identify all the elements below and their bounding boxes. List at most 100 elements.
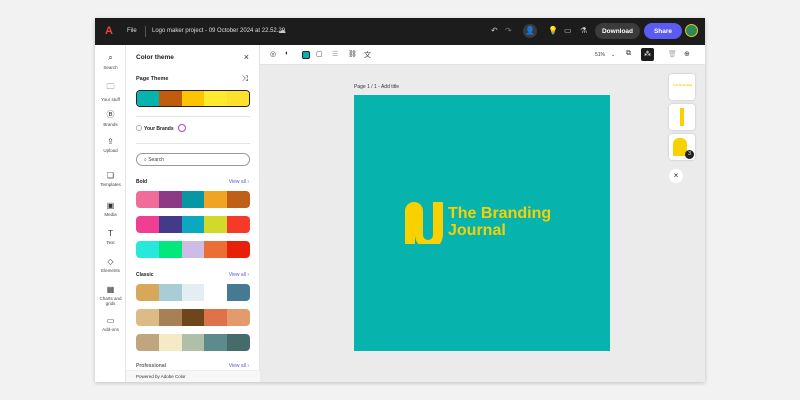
rail-item-charts-and-grids[interactable]: ▦ Charts and grids: [95, 285, 126, 306]
zoom-level[interactable]: 51%: [595, 52, 605, 58]
color-swatch[interactable]: [204, 284, 228, 301]
rail-item-add-ons[interactable]: ▭ Add-ons: [95, 316, 126, 332]
color-swatch[interactable]: [227, 216, 250, 233]
trash-icon[interactable]: 🗑: [668, 50, 677, 58]
bold-view-all-link[interactable]: View all ›: [229, 179, 249, 185]
adobe-express-logo-icon[interactable]: A: [105, 25, 113, 37]
rail-item-your-stuff[interactable]: 🗀 Your stuff: [95, 81, 126, 102]
rail-item-search[interactable]: ⌕ Search: [95, 53, 126, 70]
avatar[interactable]: [685, 24, 698, 37]
design-canvas[interactable]: The Branding Journal: [354, 95, 610, 351]
rail-item-upload[interactable]: ⇪ Upload: [95, 137, 126, 153]
color-swatch[interactable]: [181, 191, 205, 208]
color-swatch[interactable]: [136, 216, 159, 233]
page-label[interactable]: Page 1 / 1 - Add title: [354, 84, 399, 90]
download-button[interactable]: Download: [595, 23, 640, 39]
close-thumbnails-button[interactable]: ×: [669, 169, 683, 183]
palette-classic[interactable]: [136, 334, 250, 351]
color-swatch[interactable]: [181, 216, 205, 233]
page-theme-palette[interactable]: [136, 90, 250, 107]
thumbnail-3[interactable]: 3: [669, 134, 695, 160]
color-swatch[interactable]: [227, 241, 250, 258]
link-icon[interactable]: ⛓: [348, 50, 357, 58]
color-swatch[interactable]: [181, 241, 205, 258]
rail-label: Add-ons: [102, 327, 119, 332]
thumbnail-1[interactable]: The Branding: [669, 74, 695, 100]
color-swatch[interactable]: [158, 284, 182, 301]
rail-label: Media: [104, 212, 117, 217]
color-swatch[interactable]: [227, 309, 250, 326]
share-button[interactable]: Share: [644, 23, 682, 39]
color-wheel-icon[interactable]: ◎: [270, 50, 276, 58]
color-swatch[interactable]: [227, 334, 250, 351]
app-window: A File Logo maker project - 09 October 2…: [95, 18, 705, 382]
brand-crown-icon: [178, 124, 186, 132]
rail-item-elements[interactable]: ◇ Elements: [95, 257, 126, 273]
color-swatch[interactable]: [136, 241, 159, 258]
file-menu[interactable]: File: [127, 28, 137, 34]
fill-color-swatch[interactable]: [302, 51, 310, 59]
palette-classic[interactable]: [136, 284, 250, 301]
invite-icon[interactable]: 👤: [523, 24, 537, 38]
color-swatch[interactable]: [136, 309, 159, 326]
palette-icon[interactable]: ◐: [285, 50, 289, 57]
upload-icon: ⇪: [107, 137, 114, 146]
translate-icon[interactable]: 文: [364, 50, 371, 60]
color-swatch[interactable]: [204, 241, 228, 258]
color-swatch[interactable]: [204, 191, 228, 208]
color-swatch[interactable]: [158, 191, 182, 208]
color-swatch[interactable]: [181, 334, 205, 351]
pages-icon[interactable]: ⧉: [626, 50, 631, 58]
thumb-bar: [680, 108, 684, 126]
redo-icon[interactable]: ↷: [505, 26, 512, 35]
add-page-icon[interactable]: ⊕: [684, 50, 690, 58]
color-swatch[interactable]: [137, 91, 160, 106]
thumbnail-2[interactable]: [669, 104, 695, 130]
align-icon[interactable]: ☰: [332, 50, 338, 58]
thumb-text: The Branding: [673, 83, 693, 87]
color-swatch[interactable]: [158, 334, 182, 351]
palette-bold[interactable]: [136, 191, 250, 208]
color-swatch[interactable]: [181, 91, 205, 106]
color-swatch[interactable]: [136, 284, 159, 301]
color-swatch[interactable]: [159, 91, 182, 106]
color-swatch[interactable]: [181, 284, 205, 301]
rail-item-media[interactable]: ▣ Media: [95, 201, 126, 217]
lightbulb-icon[interactable]: 💡: [548, 26, 558, 35]
classic-label: Classic: [136, 272, 154, 278]
your-brands-label[interactable]: Your Brands: [144, 126, 174, 132]
color-swatch[interactable]: [181, 309, 205, 326]
color-swatch[interactable]: [227, 191, 250, 208]
flask-icon[interactable]: ⚗: [580, 26, 587, 35]
color-swatch[interactable]: [204, 334, 228, 351]
color-swatch[interactable]: [204, 91, 227, 106]
color-swatch[interactable]: [136, 191, 159, 208]
color-swatch[interactable]: [158, 216, 182, 233]
search-input[interactable]: ⌕ Search: [136, 153, 250, 166]
palette-classic[interactable]: [136, 309, 250, 326]
color-swatch[interactable]: [136, 334, 159, 351]
color-swatch[interactable]: [204, 309, 228, 326]
chevron-down-icon[interactable]: ⌄: [611, 52, 615, 58]
cloud-icon: ☁: [278, 26, 286, 35]
rail-item-text[interactable]: T Text: [95, 229, 126, 245]
palette-bold[interactable]: [136, 241, 250, 258]
shuffle-icon[interactable]: ⤨: [242, 74, 248, 84]
professional-view-all-link[interactable]: View all ›: [229, 363, 249, 369]
palette-bold[interactable]: [136, 216, 250, 233]
comment-icon[interactable]: ▭: [564, 26, 572, 35]
layers-button[interactable]: ⁂: [641, 48, 654, 61]
color-swatch[interactable]: [158, 309, 182, 326]
undo-icon[interactable]: ↶: [491, 26, 498, 35]
rail-item-templates[interactable]: ❏ Templates: [95, 171, 126, 187]
rail-item-brands[interactable]: Ⓑ Brands: [95, 109, 126, 127]
color-swatch[interactable]: [204, 216, 228, 233]
classic-view-all-link[interactable]: View all ›: [229, 272, 249, 278]
close-icon[interactable]: ×: [244, 52, 249, 62]
color-swatch[interactable]: [158, 241, 182, 258]
folder-icon: 🗀: [106, 82, 115, 91]
border-icon[interactable]: ▢: [316, 50, 323, 58]
project-title[interactable]: Logo maker project - 09 October 2024 at …: [152, 28, 285, 34]
color-swatch[interactable]: [226, 91, 249, 106]
color-swatch[interactable]: [227, 284, 250, 301]
